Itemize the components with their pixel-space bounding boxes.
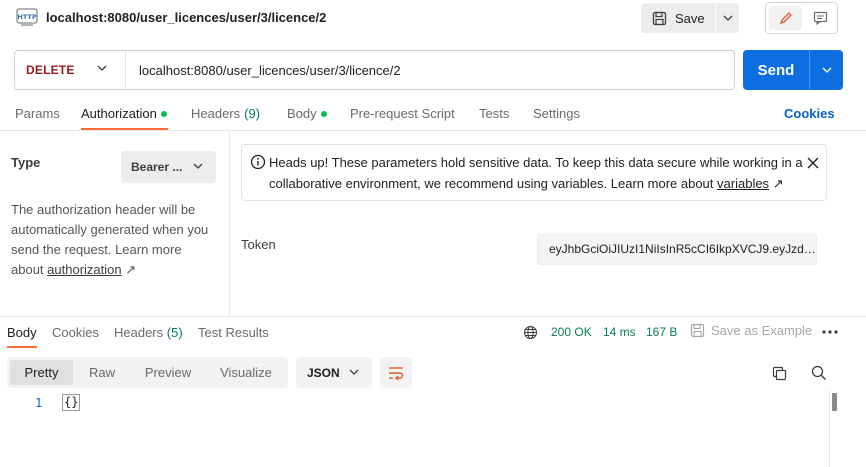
response-tab-test-results[interactable]: Test Results bbox=[198, 325, 269, 340]
tab-settings[interactable]: Settings bbox=[533, 106, 580, 121]
send-button-group: Send bbox=[743, 50, 843, 90]
sensitive-data-alert: Heads up! These parameters hold sensitiv… bbox=[241, 144, 827, 201]
wrap-lines-button[interactable] bbox=[380, 357, 412, 388]
line-number: 1 bbox=[35, 396, 43, 410]
divider bbox=[0, 130, 866, 131]
search-icon[interactable] bbox=[811, 365, 827, 381]
chevron-down-icon bbox=[97, 65, 107, 71]
save-icon bbox=[652, 11, 667, 26]
save-options-button[interactable] bbox=[716, 3, 739, 33]
save-example-label: Save as Example bbox=[711, 323, 813, 338]
method-label: DELETE bbox=[26, 63, 75, 77]
request-title[interactable]: localhost:8080/user_licences/user/3/lice… bbox=[46, 10, 326, 25]
tab-label: Headers bbox=[114, 325, 164, 340]
tab-label: Headers bbox=[191, 106, 241, 121]
tab-tests[interactable]: Tests bbox=[479, 106, 509, 121]
view-visualize[interactable]: Visualize bbox=[205, 360, 287, 385]
tab-pre-request-script[interactable]: Pre-request Script bbox=[350, 106, 455, 121]
globe-icon[interactable] bbox=[523, 325, 538, 340]
pencil-icon bbox=[779, 12, 792, 25]
url-bar: DELETE localhost:8080/user_licences/user… bbox=[14, 50, 735, 90]
authorization-link[interactable]: authorization bbox=[47, 262, 121, 277]
save-label: Save bbox=[675, 10, 705, 26]
external-link-icon: ↗ bbox=[772, 176, 784, 191]
view-pretty[interactable]: Pretty bbox=[10, 360, 73, 385]
save-as-example-button[interactable]: Save as Example bbox=[690, 323, 812, 338]
view-raw[interactable]: Raw bbox=[73, 360, 131, 385]
tab-label: Authorization bbox=[81, 106, 157, 121]
scrollbar-thumb[interactable] bbox=[832, 393, 837, 411]
active-indicator-dot bbox=[160, 110, 167, 117]
chevron-down-icon bbox=[723, 15, 732, 21]
response-size[interactable]: 167 B bbox=[646, 325, 677, 339]
response-time[interactable]: 14 ms bbox=[603, 325, 636, 339]
format-select[interactable]: JSON bbox=[296, 357, 372, 388]
more-options-icon[interactable] bbox=[822, 330, 838, 334]
auth-type-value: Bearer ... bbox=[131, 160, 183, 174]
close-icon[interactable] bbox=[807, 157, 819, 169]
variables-link[interactable]: variables bbox=[717, 176, 769, 191]
view-mode-toggle bbox=[765, 2, 838, 34]
tab-authorization[interactable]: Authorization bbox=[81, 106, 167, 121]
edit-mode-button[interactable] bbox=[769, 6, 802, 30]
chevron-down-icon bbox=[193, 163, 203, 169]
tab-label: Body bbox=[287, 106, 317, 121]
alert-message: Heads up! These parameters hold sensitiv… bbox=[269, 152, 804, 194]
method-select[interactable]: DELETE bbox=[15, 51, 125, 89]
tab-params[interactable]: Params bbox=[15, 106, 60, 121]
http-request-icon: HTTP bbox=[16, 8, 38, 28]
documentation-mode-button[interactable] bbox=[805, 6, 836, 30]
auth-type-label: Type bbox=[11, 155, 41, 170]
view-preview[interactable]: Preview bbox=[131, 360, 205, 385]
wrap-lines-icon bbox=[389, 366, 404, 380]
save-button-group: Save bbox=[641, 3, 739, 33]
chevron-down-icon bbox=[822, 67, 831, 73]
auth-type-select[interactable]: Bearer ... bbox=[121, 151, 216, 183]
response-body[interactable]: {} bbox=[62, 394, 81, 411]
response-tab-headers[interactable]: Headers (5) bbox=[114, 325, 183, 340]
send-button[interactable]: Send bbox=[743, 50, 809, 90]
tab-headers[interactable]: Headers (9) bbox=[191, 106, 260, 121]
svg-text:HTTP: HTTP bbox=[17, 13, 36, 21]
scroll-track bbox=[829, 390, 830, 467]
token-label: Token bbox=[241, 237, 276, 252]
response-tab-body[interactable]: Body bbox=[7, 325, 37, 340]
response-tab-cookies[interactable]: Cookies bbox=[52, 325, 99, 340]
info-icon bbox=[250, 154, 266, 170]
status-code[interactable]: 200 OK bbox=[551, 325, 592, 339]
url-input[interactable]: localhost:8080/user_licences/user/3/lice… bbox=[139, 63, 401, 78]
copy-icon[interactable] bbox=[772, 366, 787, 381]
active-tab-underline bbox=[7, 346, 37, 348]
token-input[interactable]: eyJhbGciOiJIUzI1NiIsInR5cCI6IkpXVCJ9.eyJ… bbox=[537, 234, 817, 265]
active-indicator-dot bbox=[320, 110, 327, 117]
divider bbox=[0, 316, 866, 317]
format-value: JSON bbox=[307, 365, 340, 380]
send-options-button[interactable] bbox=[810, 50, 843, 90]
cookies-link[interactable]: Cookies bbox=[784, 106, 835, 121]
auth-description: The authorization header will be automat… bbox=[11, 200, 216, 280]
body-view-selector: Pretty Raw Preview Visualize bbox=[7, 357, 288, 388]
headers-count: (9) bbox=[244, 106, 261, 121]
headers-count: (5) bbox=[166, 325, 183, 340]
chevron-down-icon bbox=[349, 369, 359, 375]
tab-body[interactable]: Body bbox=[287, 106, 327, 121]
comment-icon bbox=[813, 11, 828, 25]
external-link-icon: ↗ bbox=[125, 262, 137, 277]
panel-divider bbox=[229, 131, 230, 317]
save-icon bbox=[690, 323, 705, 338]
save-button[interactable]: Save bbox=[641, 3, 715, 33]
